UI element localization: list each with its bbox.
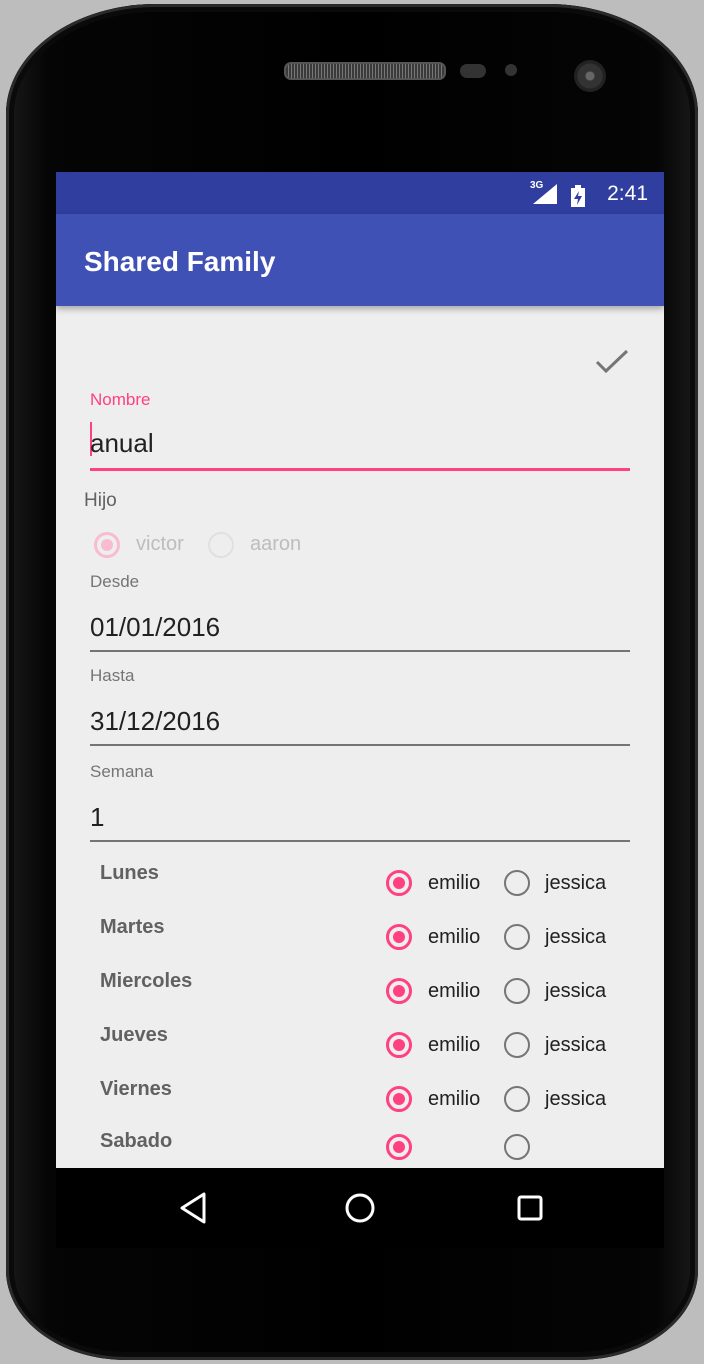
radio-miercoles-emilio[interactable]: [386, 978, 412, 1004]
day-label: Jueves: [100, 1024, 168, 1046]
radio-viernes-emilio-label: emilio: [428, 1088, 481, 1110]
nombre-underline: [90, 468, 630, 471]
radio-sabado-jessica[interactable]: [504, 1134, 530, 1160]
app-bar: Shared Family: [56, 214, 664, 306]
radio-hijo-victor[interactable]: [94, 532, 120, 558]
radio-miercoles-emilio-label: emilio: [428, 980, 481, 1002]
day-label: Martes: [100, 916, 165, 938]
check-icon[interactable]: [594, 348, 630, 376]
hasta-label: Hasta: [90, 666, 135, 685]
day-label: Miercoles: [100, 970, 193, 992]
radio-hijo-aaron[interactable]: [208, 532, 234, 558]
radio-hijo-aaron-label: aaron: [250, 533, 302, 555]
radio-martes-emilio[interactable]: [386, 924, 412, 950]
radio-viernes-jessica-label: jessica: [545, 1088, 607, 1110]
radio-martes-emilio-label: emilio: [428, 926, 481, 948]
day-label: Sabado: [100, 1130, 173, 1152]
desde-field[interactable]: 01/01/2016: [90, 612, 220, 643]
radio-miercoles-jessica-label: jessica: [545, 980, 607, 1002]
status-bar: 3G 2:41: [56, 172, 664, 214]
radio-jueves-jessica[interactable]: [504, 1032, 530, 1058]
battery-icon: [571, 185, 585, 207]
day-label: Lunes: [100, 862, 159, 884]
navigation-bar: [56, 1168, 664, 1248]
radio-viernes-emilio[interactable]: [386, 1086, 412, 1112]
back-triangle-icon[interactable]: [176, 1190, 212, 1226]
radio-lunes-jessica[interactable]: [504, 870, 530, 896]
semana-underline: [90, 840, 630, 842]
radio-sabado-emilio[interactable]: [386, 1134, 412, 1160]
earpiece-speaker: [284, 62, 446, 80]
app-title: Shared Family: [84, 246, 276, 277]
status-time: 2:41: [607, 182, 648, 205]
day-label: Viernes: [100, 1078, 172, 1100]
radio-jueves-jessica-label: jessica: [545, 1034, 607, 1056]
front-camera: [574, 60, 606, 92]
radio-lunes-jessica-label: jessica: [545, 872, 607, 894]
radio-hijo-victor-label: victor: [136, 533, 184, 555]
nombre-label: Nombre: [90, 390, 151, 409]
hijo-label: Hijo: [84, 490, 117, 511]
radio-viernes-jessica[interactable]: [504, 1086, 530, 1112]
hasta-underline: [90, 744, 630, 746]
desde-label: Desde: [90, 572, 140, 591]
light-sensor: [505, 64, 517, 76]
home-circle-icon[interactable]: [342, 1190, 378, 1226]
recents-square-icon[interactable]: [512, 1190, 548, 1226]
radio-jueves-emilio-label: emilio: [428, 1034, 481, 1056]
proximity-sensor: [460, 64, 486, 78]
desde-underline: [90, 650, 630, 652]
hasta-field[interactable]: 31/12/2016: [90, 706, 220, 737]
radio-miercoles-jessica[interactable]: [504, 978, 530, 1004]
app-screen: 3G 2:41 Shared Family Nombre anual Hijo …: [56, 172, 664, 1248]
nombre-field[interactable]: anual: [90, 428, 154, 459]
radio-martes-jessica-label: jessica: [545, 926, 607, 948]
radio-lunes-emilio-label: emilio: [428, 872, 481, 894]
network-type-label: 3G: [530, 180, 544, 191]
radio-martes-jessica[interactable]: [504, 924, 530, 950]
radio-lunes-emilio[interactable]: [386, 870, 412, 896]
radio-jueves-emilio[interactable]: [386, 1032, 412, 1058]
semana-label: Semana: [90, 762, 154, 781]
semana-field[interactable]: 1: [90, 802, 104, 833]
